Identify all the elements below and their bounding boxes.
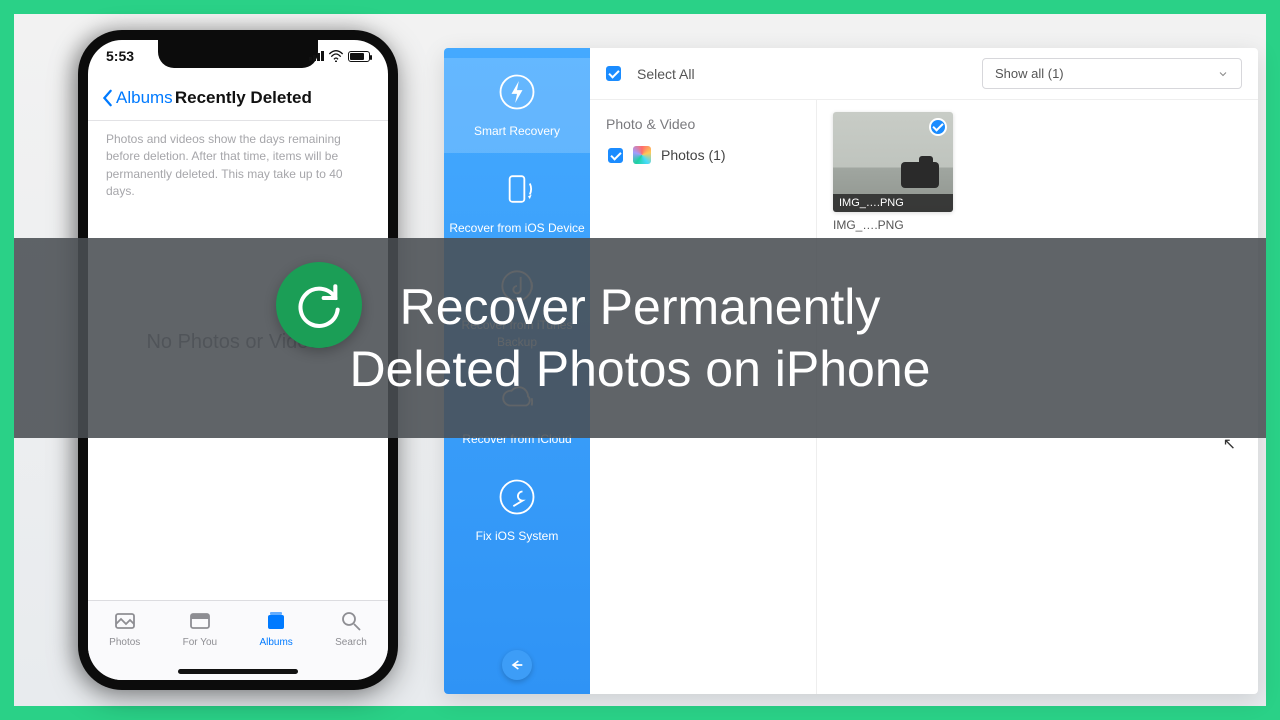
title-overlay: Recover Permanently Deleted Photos on iP…	[14, 238, 1266, 438]
arrow-left-icon	[509, 657, 525, 673]
select-all-checkbox[interactable]	[606, 66, 621, 81]
photos-checkbox[interactable]	[608, 148, 623, 163]
sync-badge	[276, 262, 362, 348]
search-tab-icon	[338, 609, 364, 633]
tab-for-you[interactable]: For You	[183, 609, 217, 648]
sidebar-item-fix-ios[interactable]: Fix iOS System	[444, 463, 590, 558]
select-all-label: Select All	[637, 66, 695, 82]
wrench-icon	[495, 475, 539, 519]
status-time: 5:53	[106, 48, 134, 64]
battery-icon	[348, 51, 370, 62]
chevron-down-icon	[1217, 68, 1229, 80]
status-bar: 5:53	[106, 48, 370, 64]
thumbnail-filename: IMG_….PNG	[833, 218, 953, 232]
overlay-line1: Recover Permanently	[400, 279, 881, 335]
overlay-line2: Deleted Photos on iPhone	[350, 341, 931, 397]
sidebar-back-button[interactable]	[502, 650, 532, 680]
photos-color-icon	[633, 146, 651, 164]
tab-search[interactable]: Search	[335, 609, 367, 648]
phone-recover-icon	[495, 167, 539, 211]
thumbnail-image: IMG_….PNG	[833, 112, 953, 212]
tree-item-photos[interactable]: Photos (1)	[590, 138, 816, 172]
filter-label: Show all (1)	[995, 66, 1064, 81]
albums-tab-icon	[263, 609, 289, 633]
lightning-icon	[495, 70, 539, 114]
help-text: Photos and videos show the days remainin…	[88, 121, 388, 211]
photo-thumbnail[interactable]: IMG_….PNG IMG_….PNG	[833, 112, 953, 232]
signal-icon	[309, 51, 324, 61]
foryou-tab-icon	[187, 609, 213, 633]
tab-albums[interactable]: Albums	[259, 609, 292, 648]
filter-dropdown[interactable]: Show all (1)	[982, 58, 1242, 89]
tree-group-photo-video: Photo & Video	[590, 110, 816, 138]
tree-item-label: Photos (1)	[661, 147, 726, 163]
sidebar-item-ios-device[interactable]: Recover from iOS Device	[444, 155, 590, 250]
tab-photos[interactable]: Photos	[109, 609, 140, 648]
wifi-icon	[328, 50, 344, 62]
sidebar-item-smart-recovery[interactable]: Smart Recovery	[444, 58, 590, 153]
page-title: Recently Deleted	[113, 88, 374, 108]
thumbnail-checkmark-icon[interactable]	[929, 118, 947, 136]
home-indicator[interactable]	[178, 669, 298, 674]
refresh-icon	[291, 277, 347, 333]
tab-bar: Photos For You Albums Search	[88, 600, 388, 680]
thumbnail-caption: IMG_….PNG	[833, 194, 953, 212]
photos-tab-icon	[112, 609, 138, 633]
